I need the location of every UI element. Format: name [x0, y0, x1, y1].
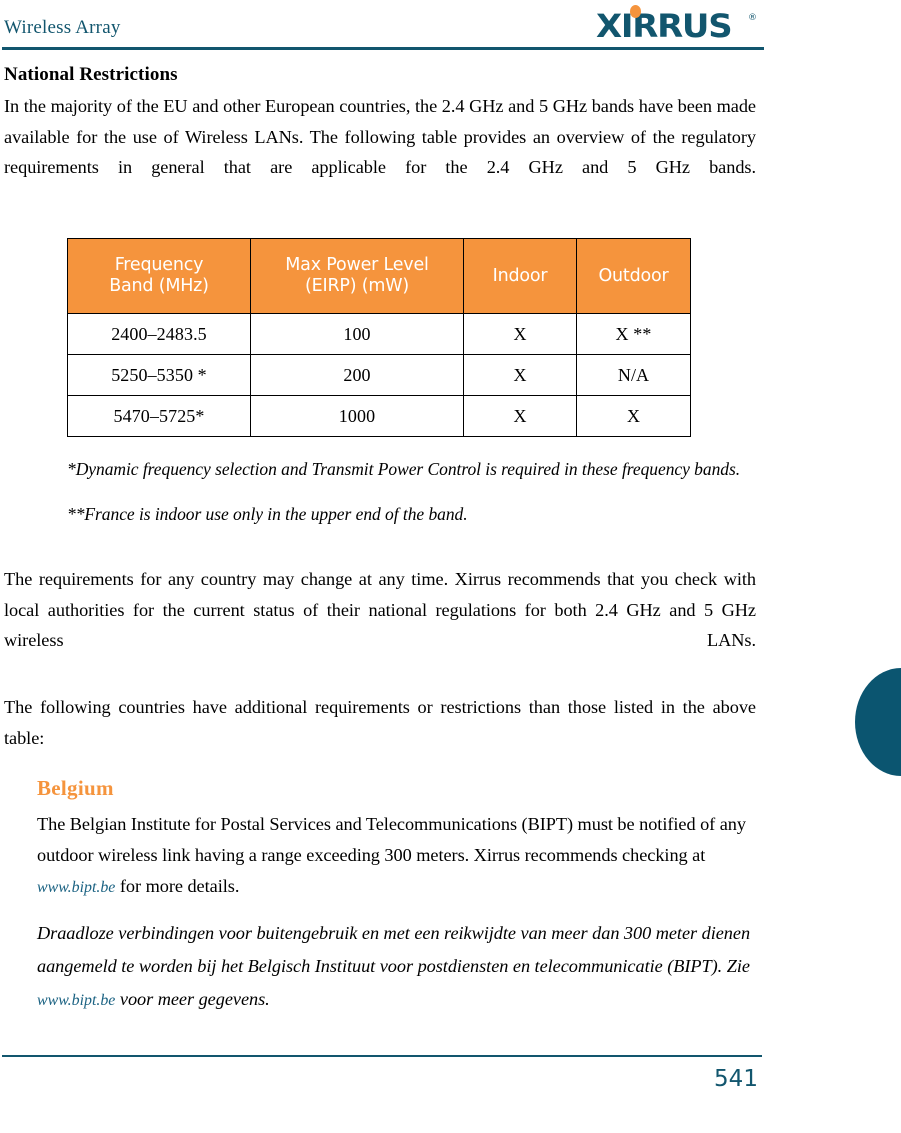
table-row: 5250–5350 * 200 X N/A: [67, 354, 691, 396]
lower-paragraphs: The requirements for any country may cha…: [4, 564, 756, 790]
belgium-dutch-text-after-link: voor meer gegevens.: [115, 989, 270, 1009]
national-restrictions-table: Frequency Band (MHz) Max Power Level (EI…: [67, 238, 691, 437]
footnote-france: **France is indoor use only in the upper…: [67, 504, 468, 524]
registered-trademark-icon: ®: [748, 13, 757, 23]
bipt-website-link-dutch[interactable]: www.bipt.be: [37, 992, 115, 1009]
column-header-line: Band (MHz): [109, 276, 209, 296]
intro-section: National Restrictions In the majority of…: [4, 62, 756, 219]
footer-divider: [2, 1055, 762, 1057]
country-heading-belgium: Belgium: [37, 776, 114, 800]
table-row: 2400–2483.5 100 X X **: [67, 313, 691, 355]
cell-max-power: 200: [250, 354, 464, 396]
cell-max-power: 1000: [250, 395, 464, 437]
header-divider: [2, 47, 764, 50]
column-header-line: (EIRP) (mW): [305, 276, 409, 296]
xirrus-logo-dot-icon: [630, 5, 641, 18]
cell-indoor: X: [463, 313, 577, 355]
page-title: National Restrictions: [4, 64, 178, 85]
additional-requirements-paragraph: The following countries have additional …: [4, 697, 756, 748]
belgium-english-text-before-link: The Belgian Institute for Postal Service…: [37, 814, 746, 865]
belgium-dutch-paragraph: Draadloze verbindingen voor buitengebrui…: [37, 917, 756, 1017]
document-page: Wireless Array XIRRUS ® National Restric…: [0, 0, 901, 1133]
cell-frequency-band: 5470–5725*: [67, 395, 251, 437]
column-header-line: Frequency: [114, 255, 204, 275]
cell-outdoor: X **: [576, 313, 691, 355]
column-header-indoor: Indoor: [463, 238, 577, 314]
column-header-max-power-level: Max Power Level (EIRP) (mW): [250, 238, 464, 314]
column-header-outdoor: Outdoor: [576, 238, 691, 314]
column-header-line: Max Power Level: [285, 255, 429, 275]
belgium-english-paragraph: The Belgian Institute for Postal Service…: [37, 809, 756, 903]
cell-indoor: X: [463, 395, 577, 437]
page-number: 541: [714, 1066, 758, 1092]
running-header-title: Wireless Array: [4, 17, 121, 38]
cell-max-power: 100: [250, 313, 464, 355]
table-row: 5470–5725* 1000 X X: [67, 395, 691, 437]
document-footer: 541: [0, 1043, 901, 1133]
cell-indoor: X: [463, 354, 577, 396]
footnote-dynamic-frequency: *Dynamic frequency selection and Transmi…: [67, 459, 741, 479]
bipt-website-link[interactable]: www.bipt.be: [37, 879, 115, 896]
table-header: Frequency Band (MHz) Max Power Level (EI…: [67, 238, 691, 314]
document-header: Wireless Array XIRRUS ®: [0, 0, 901, 52]
table-body: 2400–2483.5 100 X X ** 5250–5350 * 200 X…: [67, 313, 691, 437]
column-header-line: Outdoor: [598, 265, 669, 286]
belgium-english-text-after-link: for more details.: [115, 876, 240, 896]
cell-outdoor: X: [576, 395, 691, 437]
column-header-line: Indoor: [492, 265, 548, 286]
requirements-change-paragraph: The requirements for any country may cha…: [4, 569, 756, 651]
cell-frequency-band: 2400–2483.5: [67, 313, 251, 355]
frequency-table-container: Frequency Band (MHz) Max Power Level (EI…: [67, 238, 691, 437]
xirrus-logo: XIRRUS ®: [596, 3, 766, 49]
xirrus-logo-wordmark: XIRRUS: [596, 7, 733, 45]
country-section-belgium: Belgium The Belgian Institute for Postal…: [37, 775, 756, 1031]
chapter-thumb-tab: [855, 668, 901, 776]
belgium-dutch-text-before-link: Draadloze verbindingen voor buitengebrui…: [37, 923, 751, 976]
column-header-frequency-band: Frequency Band (MHz): [67, 238, 251, 314]
cell-outdoor: N/A: [576, 354, 691, 396]
table-footnotes: *Dynamic frequency selection and Transmi…: [67, 455, 757, 545]
cell-frequency-band: 5250–5350 *: [67, 354, 251, 396]
table-header-row: Frequency Band (MHz) Max Power Level (EI…: [67, 238, 691, 314]
intro-paragraph: In the majority of the EU and other Euro…: [4, 96, 756, 178]
